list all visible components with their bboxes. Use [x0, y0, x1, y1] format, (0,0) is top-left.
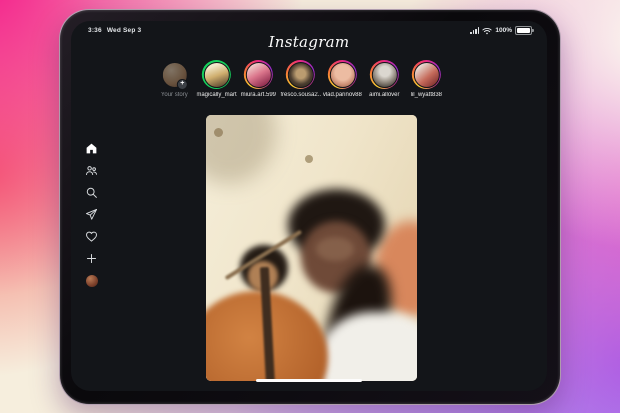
home-indicator[interactable] — [256, 379, 362, 383]
story-item[interactable]: lil_wyatt838 — [408, 60, 445, 98]
desktop-background: { "status_bar": { "time": "3:36", "date"… — [0, 0, 620, 413]
add-story-icon[interactable]: + — [177, 79, 188, 90]
ipad-device-frame: 3:36 Wed Sep 3 100% Instagram + — [59, 9, 561, 405]
story-item[interactable]: magically_marta — [198, 60, 235, 98]
sidebar-nav — [84, 141, 99, 288]
story-avatar — [413, 62, 439, 88]
feed-post-photo[interactable] — [206, 115, 417, 381]
heart-icon — [85, 230, 98, 243]
friends-icon — [85, 164, 98, 177]
story-username: aimi.allover — [369, 92, 399, 98]
sidebar-item-create[interactable] — [84, 251, 99, 266]
story-avatar — [245, 62, 271, 88]
search-icon — [85, 186, 98, 199]
story-username: lil_wyatt838 — [411, 92, 442, 98]
sidebar-item-messages[interactable] — [84, 207, 99, 222]
story-ring — [202, 60, 231, 89]
story-item[interactable]: miura.art.599 — [240, 60, 277, 98]
story-item[interactable]: vlad.parinov88 — [324, 60, 361, 98]
story-username: fresco.sousa2... — [280, 92, 320, 98]
stories-tray: + Your story magically_marta miura.art.5… — [156, 60, 445, 98]
story-username: vlad.parinov88 — [323, 92, 362, 98]
story-avatar — [329, 62, 355, 88]
story-ring: + — [160, 60, 189, 89]
story-item[interactable]: aimi.allover — [366, 60, 403, 98]
story-avatar — [287, 62, 313, 88]
story-username: magically_marta — [196, 92, 236, 98]
story-avatar — [203, 62, 229, 88]
story-item[interactable]: fresco.sousa2... — [282, 60, 319, 98]
story-ring — [244, 60, 273, 89]
instagram-logo: Instagram — [71, 33, 547, 51]
home-icon — [85, 142, 98, 155]
sidebar-item-home[interactable] — [84, 141, 99, 156]
sidebar-item-friends[interactable] — [84, 163, 99, 178]
story-ring — [370, 60, 399, 89]
profile-avatar — [86, 275, 98, 287]
story-ring — [328, 60, 357, 89]
story-ring — [286, 60, 315, 89]
instagram-app-screen: 3:36 Wed Sep 3 100% Instagram + — [71, 21, 547, 391]
story-item-your-story[interactable]: + Your story — [156, 60, 193, 98]
sidebar-item-search[interactable] — [84, 185, 99, 200]
story-ring — [412, 60, 441, 89]
plus-icon — [85, 252, 98, 265]
story-avatar — [371, 62, 397, 88]
messenger-send-icon — [85, 208, 98, 221]
story-username: Your story — [161, 92, 188, 98]
sidebar-item-notifications[interactable] — [84, 229, 99, 244]
story-username: miura.art.599 — [241, 92, 276, 98]
sidebar-item-profile[interactable] — [84, 273, 99, 288]
